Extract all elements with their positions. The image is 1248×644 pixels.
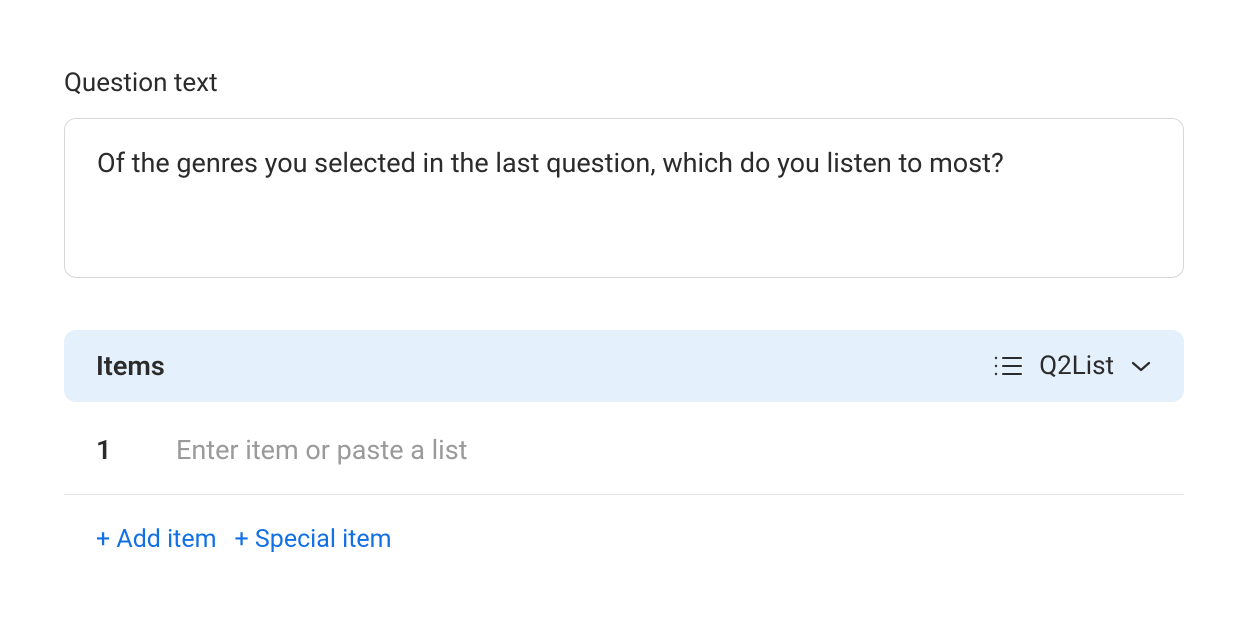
question-text-label: Question text xyxy=(64,68,1184,98)
item-text-input[interactable] xyxy=(176,434,1152,466)
add-item-button[interactable]: + Add item xyxy=(96,525,217,554)
item-row: 1 xyxy=(64,402,1184,495)
items-header-label: Items xyxy=(96,350,165,382)
items-source-dropdown[interactable]: Q2List xyxy=(993,351,1152,381)
items-list: 1 xyxy=(64,402,1184,495)
items-source-name: Q2List xyxy=(1039,351,1114,381)
add-special-item-button[interactable]: + Special item xyxy=(235,525,392,554)
question-editor-card: Question text Items Q2List xyxy=(0,0,1248,644)
chevron-down-icon xyxy=(1130,359,1152,373)
items-header: Items Q2List xyxy=(64,330,1184,402)
items-actions: + Add item + Special item xyxy=(64,495,1184,554)
item-index: 1 xyxy=(96,434,112,466)
question-text-input[interactable] xyxy=(64,118,1184,278)
list-icon xyxy=(993,354,1023,378)
